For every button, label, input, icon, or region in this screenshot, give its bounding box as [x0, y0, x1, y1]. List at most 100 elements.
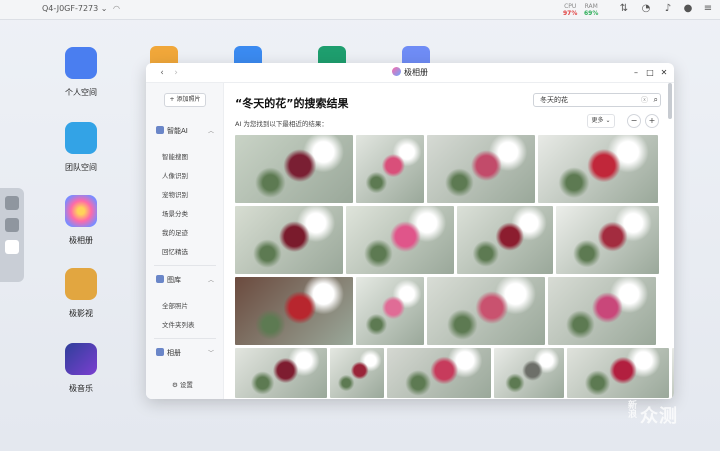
cpu-label: CPU: [564, 3, 577, 10]
section-smart-ai[interactable]: 智能AI ︿: [156, 126, 214, 136]
sidebar-item-folders[interactable]: 文件夹列表: [162, 319, 195, 329]
sidebar-item-memories[interactable]: 回忆精选: [162, 246, 188, 256]
watermark-bottom: 浪: [628, 410, 639, 420]
search-value: 冬天的花: [540, 96, 568, 104]
settings-label: 设置: [179, 381, 193, 389]
top-bar: Q4-J0GF-7273 ⌄ ◠ CPU 97% RAM 69% ⇅ ◔ ♪ ●…: [0, 0, 720, 20]
app-label: 团队空间: [65, 163, 97, 172]
photo-thumbnail[interactable]: [235, 135, 353, 203]
photos-dock-icon[interactable]: [5, 240, 19, 254]
team-folder-icon: [65, 122, 97, 154]
chevron-up-icon: ︿: [208, 128, 215, 135]
left-dock: [0, 188, 24, 282]
album-icon: [156, 348, 164, 356]
main-content: “冬天的花”的搜索结果 冬天的花 ⓧ ⌕ AI 为您找到以下最相近的结果： 更多…: [225, 83, 674, 399]
close-icon[interactable]: ✕: [658, 67, 670, 79]
photo-thumbnail[interactable]: [235, 348, 327, 398]
add-photo-button[interactable]: + 添加照片: [164, 93, 206, 107]
search-input[interactable]: 冬天的花 ⓧ ⌕: [533, 93, 661, 107]
section-albums[interactable]: 相册 ﹀: [156, 348, 214, 358]
transfer-icon[interactable]: ⇅: [618, 3, 630, 15]
app-label: 极音乐: [69, 384, 93, 393]
app-personal-space[interactable]: 个人空间: [46, 47, 116, 98]
photo-thumbnail[interactable]: [235, 206, 343, 274]
notification-icon[interactable]: ♪: [662, 3, 674, 15]
app-label: 极影视: [69, 309, 93, 318]
library-icon: [156, 275, 164, 283]
zoom-out-icon[interactable]: −: [627, 114, 641, 128]
storage-icon[interactable]: [5, 196, 19, 210]
app-label: 极相册: [69, 236, 93, 245]
photo-thumbnail[interactable]: [556, 206, 659, 274]
photos-icon: [65, 195, 97, 227]
app-team-space[interactable]: 团队空间: [46, 122, 116, 173]
divider: [154, 338, 216, 339]
section-label: 智能AI: [167, 127, 188, 135]
divider: [154, 265, 216, 266]
folder-icon: [65, 47, 97, 79]
photo-thumbnail[interactable]: [672, 348, 674, 398]
photo-thumbnail[interactable]: [427, 277, 545, 345]
gear-icon: ⚙: [172, 381, 178, 389]
chevron-down-icon: ﹀: [208, 350, 215, 357]
ram-stat: RAM 69%: [584, 3, 598, 17]
photos-logo-icon: [392, 67, 401, 76]
clear-icon[interactable]: ⓧ: [641, 94, 648, 106]
app-notes-partial[interactable]: [150, 46, 178, 64]
photo-thumbnail[interactable]: [548, 277, 656, 345]
sidebar-item-smart-search[interactable]: 智能搜图: [162, 151, 188, 161]
cpu-value: 97%: [563, 10, 578, 17]
app-upload-partial[interactable]: [234, 46, 262, 64]
photo-thumbnail[interactable]: [538, 135, 658, 203]
section-library[interactable]: 图库 ︿: [156, 275, 214, 285]
settings-button[interactable]: ⚙ 设置: [172, 379, 193, 389]
apps-grid-icon[interactable]: [5, 218, 19, 232]
photo-thumbnail[interactable]: [567, 348, 669, 398]
app-music[interactable]: 极音乐: [46, 343, 116, 394]
cpu-stat: CPU 97%: [563, 3, 577, 17]
zoom-in-icon[interactable]: +: [645, 114, 659, 128]
wifi-icon: ◠: [113, 4, 120, 13]
photo-thumbnail[interactable]: [346, 206, 454, 274]
app-photos[interactable]: 极相册: [46, 195, 116, 246]
scrollbar[interactable]: [668, 83, 672, 119]
maximize-icon[interactable]: □: [644, 67, 656, 79]
photo-thumbnail[interactable]: [235, 277, 353, 345]
sidebar-item-face[interactable]: 人像识别: [162, 170, 188, 180]
sidebar-item-footprint[interactable]: 我的足迹: [162, 227, 188, 237]
smart-ai-icon: [156, 126, 164, 134]
result-caption: AI 为您找到以下最相近的结果：: [235, 120, 328, 128]
app-ai-partial[interactable]: [402, 46, 430, 64]
video-icon: [65, 268, 97, 300]
photo-thumbnail[interactable]: [356, 277, 424, 345]
minimize-icon[interactable]: –: [630, 67, 642, 79]
gauge-icon[interactable]: ◔: [640, 3, 652, 15]
photo-thumbnail[interactable]: [330, 348, 384, 398]
music-icon: [65, 343, 97, 375]
user-icon[interactable]: ●: [682, 3, 694, 15]
ram-value: 69%: [584, 10, 599, 17]
section-label: 图库: [167, 276, 181, 284]
app-power-partial[interactable]: [318, 46, 346, 64]
sidebar-item-pet[interactable]: 宠物识别: [162, 189, 188, 199]
search-icon[interactable]: ⌕: [654, 94, 658, 106]
photo-thumbnail[interactable]: [457, 206, 553, 274]
window-title: 极相册: [146, 67, 674, 78]
device-name[interactable]: Q4-J0GF-7273 ⌄: [42, 4, 107, 13]
sidebar-item-all-photos[interactable]: 全部照片: [162, 300, 188, 310]
photos-window: ‹ › 极相册 – □ ✕ + 添加照片 智能AI ︿ 智能搜图 人像识别 宠物识…: [146, 63, 674, 399]
sidebar: + 添加照片 智能AI ︿ 智能搜图 人像识别 宠物识别 场景分类 我的足迹 回忆…: [146, 83, 224, 399]
photo-thumbnail[interactable]: [356, 135, 424, 203]
app-video[interactable]: 极影视: [46, 268, 116, 319]
watermark: 新浪众测: [628, 402, 678, 428]
sidebar-item-scene[interactable]: 场景分类: [162, 208, 188, 218]
window-titlebar: ‹ › 极相册 – □ ✕: [146, 63, 674, 83]
more-dropdown[interactable]: 更多 ⌄: [587, 114, 615, 128]
menu-icon[interactable]: ≡: [702, 3, 714, 15]
chevron-up-icon: ︿: [208, 277, 215, 284]
photo-thumbnail[interactable]: [494, 348, 564, 398]
photo-thumbnail[interactable]: [427, 135, 535, 203]
app-label: 个人空间: [65, 88, 97, 97]
photo-thumbnail[interactable]: [387, 348, 491, 398]
section-label: 相册: [167, 349, 181, 357]
